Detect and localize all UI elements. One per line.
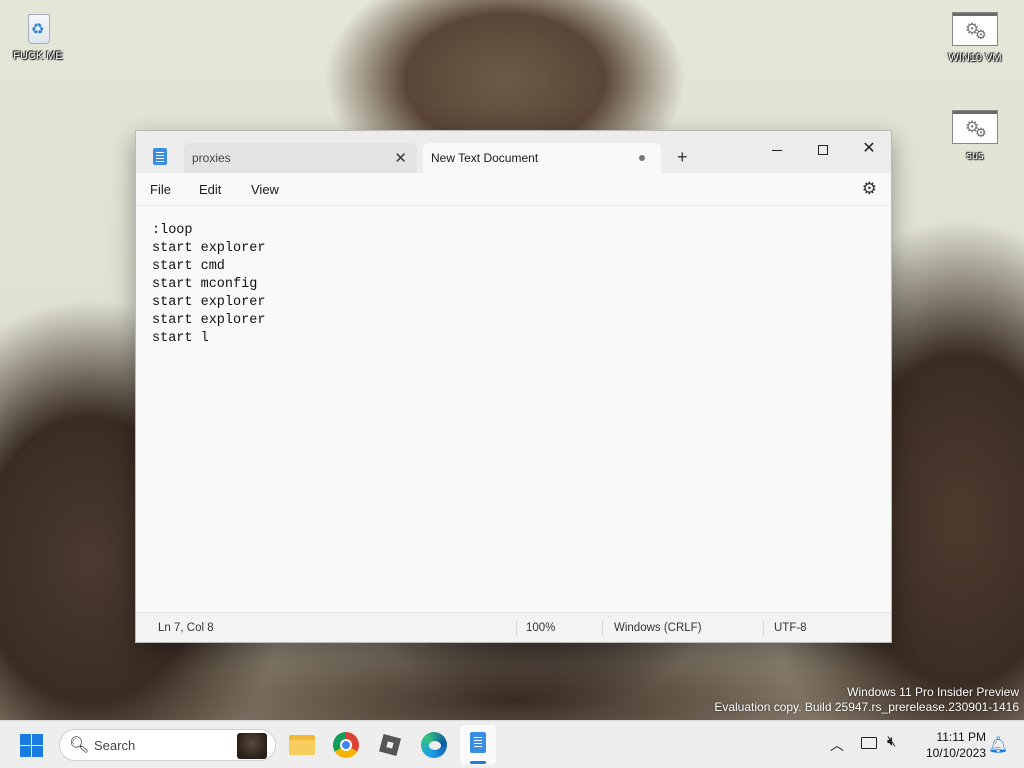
desktop-icon-label: sus bbox=[966, 150, 984, 162]
editor-line: start cmd bbox=[152, 259, 225, 274]
maximize-button[interactable] bbox=[800, 135, 846, 165]
title-bar[interactable]: proxies ✕ New Text Document + ✕ bbox=[136, 131, 891, 173]
desktop-icon-label: WIN10 VM bbox=[948, 52, 1002, 64]
windows-logo-icon bbox=[20, 734, 31, 745]
status-divider bbox=[516, 621, 517, 636]
cursor-position: Ln 7, Col 8 bbox=[158, 622, 214, 634]
search-icon: 🔍︎ bbox=[69, 737, 90, 754]
watermark-line-1: Windows 11 Pro Insider Preview bbox=[847, 685, 1019, 699]
tab-label: proxies bbox=[192, 151, 231, 165]
shortcut-gear-icon: ⚙ ⚙ bbox=[952, 12, 998, 46]
editor-line: start l bbox=[152, 331, 209, 346]
menu-file[interactable]: File bbox=[150, 182, 171, 197]
file-explorer-button[interactable] bbox=[286, 729, 318, 761]
text-editor[interactable]: :loop start explorer start cmd start mco… bbox=[136, 206, 891, 612]
menu-edit[interactable]: Edit bbox=[199, 182, 221, 197]
evaluation-watermark: Windows 11 Pro Insider Preview Evaluatio… bbox=[714, 685, 1019, 715]
unsaved-dot-icon[interactable] bbox=[639, 155, 645, 161]
roblox-button[interactable] bbox=[374, 729, 406, 761]
recycle-bin-icon: ♻ bbox=[23, 10, 53, 46]
close-tab-icon[interactable]: ✕ bbox=[394, 149, 407, 167]
show-hidden-icons-chevron-icon[interactable]: ︿ bbox=[830, 735, 844, 755]
taskbar-search[interactable]: 🔍︎ Search bbox=[59, 729, 276, 761]
desktop-icon-recycle-bin[interactable]: ♻ FUCK ME bbox=[3, 10, 73, 62]
line-endings: Windows (CRLF) bbox=[614, 622, 702, 634]
editor-line: start explorer bbox=[152, 241, 266, 256]
notepad-window[interactable]: proxies ✕ New Text Document + ✕ File Edi… bbox=[135, 130, 892, 643]
editor-line: start explorer bbox=[152, 295, 266, 310]
menu-view[interactable]: View bbox=[251, 182, 279, 197]
encoding: UTF-8 bbox=[774, 622, 807, 634]
search-placeholder: Search bbox=[94, 738, 136, 753]
chrome-button[interactable] bbox=[330, 729, 362, 761]
start-button[interactable] bbox=[20, 734, 44, 758]
settings-gear-icon[interactable]: ⚙ bbox=[862, 179, 877, 199]
clock-time: 11:11 PM bbox=[936, 730, 986, 744]
minimize-icon bbox=[772, 149, 782, 151]
notepad-icon bbox=[470, 732, 486, 753]
desktop-icon-label: FUCK ME bbox=[13, 50, 63, 62]
tab-new-text-document[interactable]: New Text Document bbox=[423, 143, 661, 173]
editor-line: start mconfig bbox=[152, 277, 258, 292]
minimize-button[interactable] bbox=[754, 135, 800, 165]
shortcut-gear-icon: ⚙ ⚙ bbox=[952, 110, 998, 144]
taskbar-clock[interactable]: 11:11 PM 10/10/2023 bbox=[911, 729, 986, 761]
tab-label: New Text Document bbox=[431, 151, 539, 165]
desktop-icon-win10-vm[interactable]: ⚙ ⚙ WIN10 VM bbox=[940, 12, 1010, 64]
roblox-icon bbox=[378, 733, 402, 757]
edge-button[interactable] bbox=[418, 729, 450, 761]
running-indicator bbox=[470, 761, 486, 764]
menu-bar: File Edit View ⚙ bbox=[136, 173, 891, 206]
editor-line: start explorer bbox=[152, 313, 266, 328]
tab-proxies[interactable]: proxies ✕ bbox=[184, 143, 417, 173]
zoom-level: 100% bbox=[526, 622, 556, 634]
close-button[interactable]: ✕ bbox=[846, 135, 892, 165]
clock-date: 10/10/2023 bbox=[925, 746, 986, 760]
volume-muted-icon[interactable]: 🔇︎ bbox=[887, 733, 896, 750]
status-bar: Ln 7, Col 8 100% Windows (CRLF) UTF-8 bbox=[136, 612, 891, 642]
status-divider bbox=[602, 621, 603, 636]
editor-line: :loop bbox=[152, 223, 193, 238]
close-icon: ✕ bbox=[862, 140, 876, 157]
taskbar: 🔍︎ Search ︿ 🔇︎ 11:11 PM 10/10/2023 🔔︎ bbox=[0, 720, 1024, 768]
new-tab-button[interactable]: + bbox=[677, 147, 688, 168]
desktop-icon-sus[interactable]: ⚙ ⚙ sus bbox=[940, 110, 1010, 162]
search-highlight-image[interactable] bbox=[237, 733, 267, 759]
network-icon[interactable] bbox=[861, 737, 877, 749]
notepad-icon bbox=[153, 148, 167, 165]
status-divider bbox=[763, 621, 764, 636]
watermark-line-2: Evaluation copy. Build 25947.rs_prerelea… bbox=[714, 700, 1019, 714]
notification-bell-icon[interactable]: 🔔︎ bbox=[988, 735, 1008, 755]
notepad-taskbar-button[interactable] bbox=[460, 725, 496, 765]
maximize-icon bbox=[818, 145, 828, 156]
